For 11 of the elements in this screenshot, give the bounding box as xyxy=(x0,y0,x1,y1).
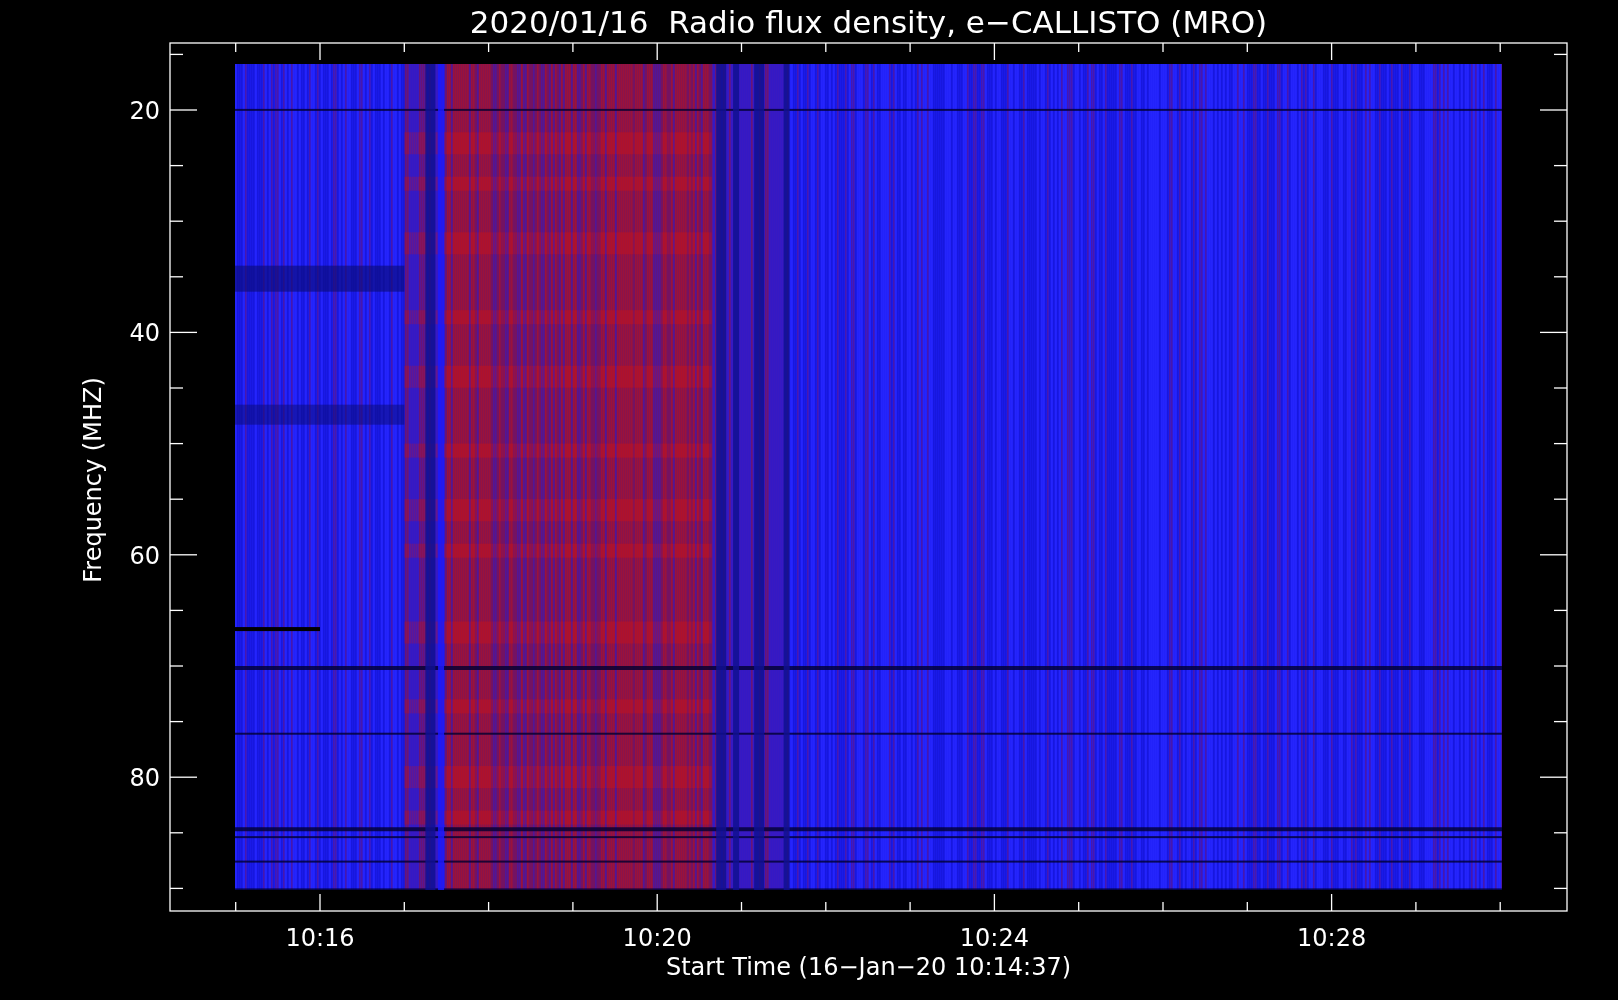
y-tick-label: 40 xyxy=(129,319,160,348)
x-tick-label: 10:20 xyxy=(622,924,692,952)
x-tick-label: 10:16 xyxy=(285,924,355,952)
y-axis-label: Frequency (MHZ) xyxy=(79,377,107,583)
x-tick-label: 10:28 xyxy=(1297,924,1367,952)
x-axis-label: Start Time (16−Jan−20 10:14:37) xyxy=(665,953,1072,981)
x-tick-label: 10:24 xyxy=(959,924,1029,952)
y-tick-label: 20 xyxy=(129,97,160,125)
plot-title: 2020/01/16 Radio flux density, e−CALLISTO (MRO) xyxy=(469,4,1268,40)
y-tick-label: 80 xyxy=(129,764,160,793)
y-tick-label: 60 xyxy=(129,541,160,570)
